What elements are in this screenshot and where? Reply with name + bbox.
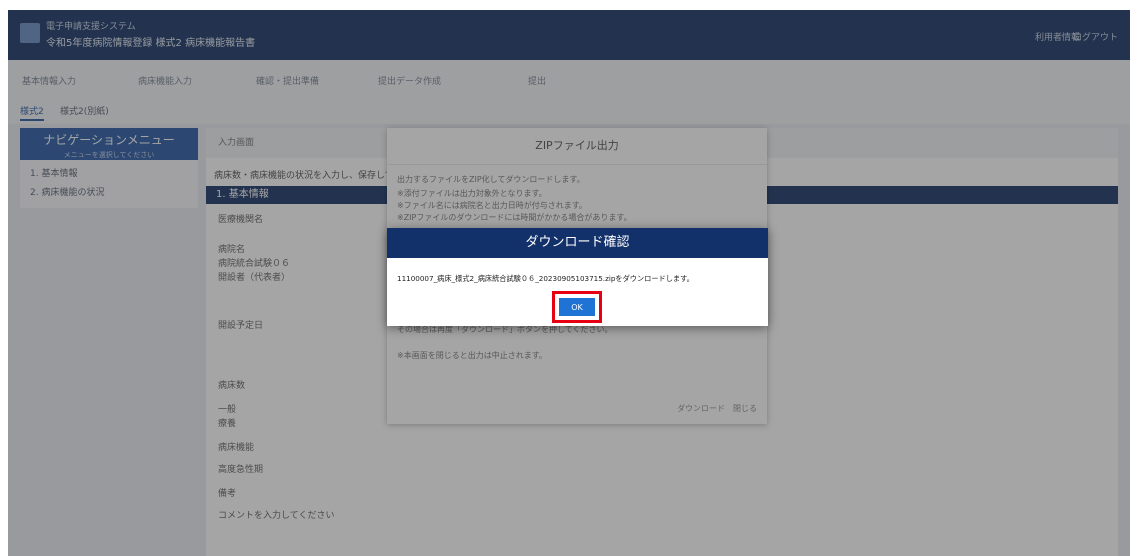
- dialog-title: ダウンロード確認: [387, 228, 768, 258]
- dialog-message: 11100007_病床_様式2_病床統合試験０６_20230905103715.…: [397, 274, 694, 283]
- highlight-box: OK: [552, 291, 602, 323]
- app-screen: 電子申請支援システム 令和5年度病院情報登録 様式2 病床機能報告書 利用者情報…: [8, 10, 1130, 556]
- ok-button[interactable]: OK: [559, 298, 595, 316]
- download-confirm-dialog: ダウンロード確認 11100007_病床_様式2_病床統合試験０６_202309…: [387, 228, 768, 326]
